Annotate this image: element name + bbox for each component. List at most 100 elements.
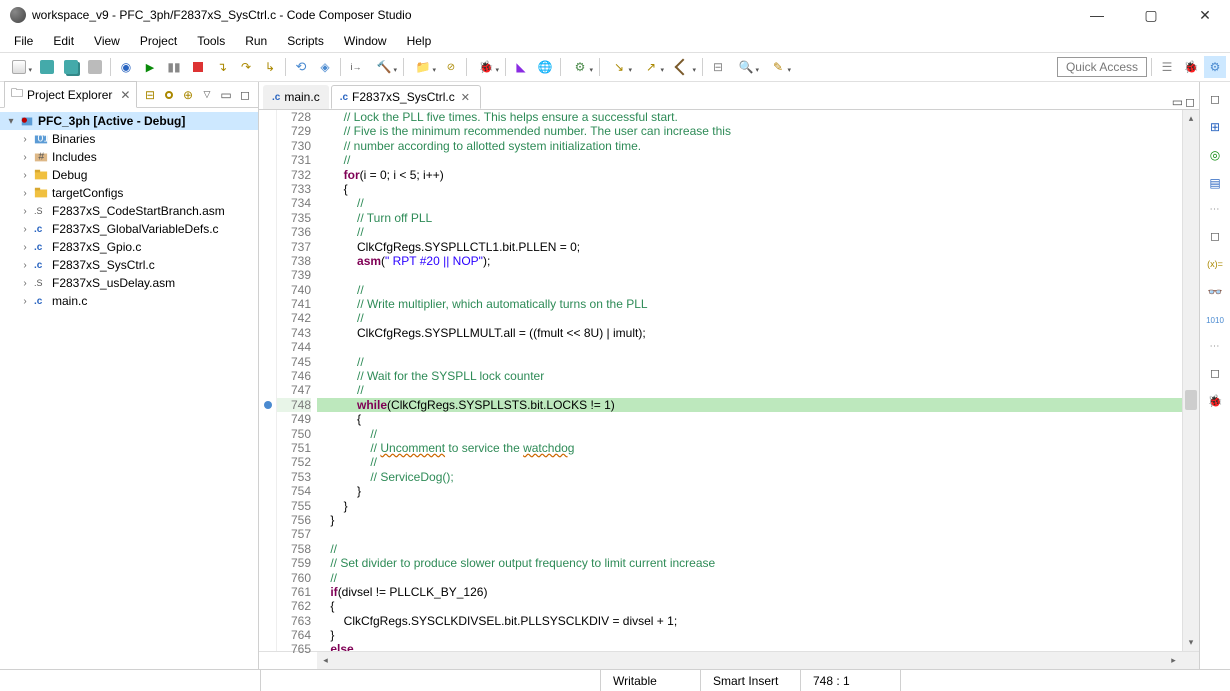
skip-all-breakpoints-button[interactable]: ⊘ — [440, 56, 462, 78]
expand-icon[interactable]: › — [20, 278, 30, 289]
new-connection-button[interactable]: 📁▾ — [408, 56, 438, 78]
save-button[interactable] — [36, 56, 58, 78]
horizontal-scrollbar[interactable]: ◂ ▸ — [259, 651, 1199, 669]
editor-tab-main-c[interactable]: .c main.c — [263, 85, 329, 109]
menu-view[interactable]: View — [86, 32, 128, 50]
expand-icon[interactable]: › — [20, 206, 30, 217]
menu-file[interactable]: File — [6, 32, 41, 50]
restore-icon-3[interactable]: ◻ — [1204, 362, 1226, 384]
saveall-button[interactable] — [60, 56, 82, 78]
suspend-button[interactable]: ▮▮ — [163, 56, 185, 78]
browse-button[interactable]: ◣ — [510, 56, 532, 78]
menu-project[interactable]: Project — [132, 32, 185, 50]
hammer-button[interactable]: ▾ — [668, 56, 698, 78]
menu-help[interactable]: Help — [399, 32, 440, 50]
minimize-button[interactable]: — — [1082, 5, 1112, 25]
tree-node[interactable]: ›Debug — [14, 166, 258, 184]
project-explorer-tab[interactable]: 🗀 Project Explorer ✕ — [4, 81, 137, 108]
link-with-editor-button[interactable] — [160, 86, 178, 104]
line-number-gutter[interactable]: 7287297307317327337347357367377387397407… — [277, 110, 317, 651]
scroll-left-icon[interactable]: ◂ — [317, 652, 334, 669]
minimize-view-button[interactable]: ▭ — [217, 86, 235, 104]
wand-button[interactable]: ✎▾ — [763, 56, 793, 78]
search-button[interactable]: 🔍▾ — [731, 56, 761, 78]
tab-close-icon[interactable]: ✕ — [116, 88, 130, 102]
reset-button[interactable]: ◈ — [314, 56, 336, 78]
expand-icon[interactable]: › — [20, 224, 30, 235]
resume-button[interactable]: ▶ — [139, 56, 161, 78]
view-menu-button[interactable]: ▽ — [198, 86, 216, 104]
debug-view-icon[interactable]: 🐞 — [1204, 390, 1226, 412]
perspective-ccs-debug-button[interactable]: 🐞 — [1180, 56, 1202, 78]
project-node[interactable]: ▾ PFC_3ph [Active - Debug] — [0, 112, 258, 130]
expand-icon[interactable]: › — [20, 260, 30, 271]
step-into-button[interactable]: ↴ — [211, 56, 233, 78]
maximize-view-button[interactable]: ◻ — [236, 86, 254, 104]
assembly-step-button[interactable]: i→ — [345, 56, 367, 78]
tree-node[interactable]: ›.cF2837xS_GlobalVariableDefs.c — [14, 220, 258, 238]
toggle-breakpoint-button[interactable]: ◉ — [115, 56, 137, 78]
step-return-button[interactable]: ↳ — [259, 56, 281, 78]
menu-run[interactable]: Run — [237, 32, 275, 50]
code-area[interactable]: // Lock the PLL five times. This helps e… — [317, 110, 1182, 651]
project-tree[interactable]: ▾ PFC_3ph [Active - Debug] ›01Binaries›#… — [0, 108, 258, 314]
scroll-down-icon[interactable]: ▾ — [1183, 634, 1199, 651]
expand-icon[interactable]: › — [20, 242, 30, 253]
maximize-button[interactable]: ▢ — [1136, 5, 1166, 25]
step-over-button[interactable]: ↷ — [235, 56, 257, 78]
variables-icon[interactable]: (x)= — [1204, 253, 1226, 275]
tree-node[interactable]: ›#Includes — [14, 148, 258, 166]
perspective-ccs-edit-button[interactable]: ☰ — [1156, 56, 1178, 78]
scroll-right-icon[interactable]: ▸ — [1165, 652, 1182, 669]
menu-scripts[interactable]: Scripts — [279, 32, 332, 50]
terminate-button[interactable] — [187, 56, 209, 78]
restore-icon-2[interactable]: ◻ — [1204, 225, 1226, 247]
new-button[interactable]: ▾ — [4, 56, 34, 78]
task-list-icon[interactable]: ▤ — [1204, 172, 1226, 194]
tree-node[interactable]: ›.cF2837xS_SysCtrl.c — [14, 256, 258, 274]
run-last-tool-button[interactable]: ⚙▾ — [565, 56, 595, 78]
expand-icon[interactable]: › — [20, 170, 30, 181]
marker-margin[interactable] — [259, 110, 277, 651]
tree-node[interactable]: ›.cF2837xS_Gpio.c — [14, 238, 258, 256]
editor-minimize-button[interactable]: ▭ — [1172, 95, 1183, 109]
expand-icon[interactable]: › — [20, 188, 30, 199]
build-button[interactable]: 🔨▾ — [369, 56, 399, 78]
restore-icon[interactable]: ◻ — [1204, 88, 1226, 110]
close-button[interactable]: ✕ — [1190, 5, 1220, 25]
pin-button[interactable]: ⊟ — [707, 56, 729, 78]
expand-icon[interactable]: › — [20, 296, 30, 307]
expand-icon[interactable]: › — [20, 134, 30, 145]
quick-access[interactable]: Quick Access — [1057, 57, 1147, 77]
restart-button[interactable]: ⟲ — [290, 56, 312, 78]
vertical-scrollbar[interactable]: ▴ ▾ — [1182, 110, 1199, 651]
tree-node[interactable]: ›01Binaries — [14, 130, 258, 148]
tree-node[interactable]: ›.SF2837xS_CodeStartBranch.asm — [14, 202, 258, 220]
menu-tools[interactable]: Tools — [189, 32, 233, 50]
debug-button[interactable]: 🐞▾ — [471, 56, 501, 78]
expressions-icon[interactable]: 👓 — [1204, 281, 1226, 303]
focus-button[interactable]: ⊕ — [179, 86, 197, 104]
collapse-all-button[interactable]: ⊟ — [141, 86, 159, 104]
editor-maximize-button[interactable]: ◻ — [1185, 95, 1195, 109]
breakpoint-icon[interactable] — [264, 401, 272, 409]
tree-node[interactable]: ›.SF2837xS_usDelay.asm — [14, 274, 258, 292]
scroll-up-icon[interactable]: ▴ — [1183, 110, 1199, 127]
make-targets-icon[interactable]: ◎ — [1204, 144, 1226, 166]
menu-edit[interactable]: Edit — [45, 32, 82, 50]
outline-icon[interactable]: ⊞ — [1204, 116, 1226, 138]
next-annotation-button[interactable]: ↘▾ — [604, 56, 634, 78]
expand-icon[interactable]: › — [20, 152, 30, 163]
perspective-resource-button[interactable]: ⚙ — [1204, 56, 1226, 78]
scrollbar-thumb[interactable] — [1185, 390, 1197, 410]
menu-window[interactable]: Window — [336, 32, 395, 50]
code-editor[interactable]: 7287297307317327337347357367377387397407… — [259, 110, 1199, 651]
registers-icon[interactable]: 1010 — [1204, 309, 1226, 331]
close-icon[interactable]: ✕ — [459, 91, 472, 104]
editor-tab-sysctrl-c[interactable]: .c F2837xS_SysCtrl.c ✕ — [331, 85, 481, 109]
globe-button[interactable]: 🌐 — [534, 56, 556, 78]
print-button[interactable] — [84, 56, 106, 78]
prev-annotation-button[interactable]: ↗▾ — [636, 56, 666, 78]
tree-node[interactable]: ›.cmain.c — [14, 292, 258, 310]
tree-node[interactable]: ›targetConfigs — [14, 184, 258, 202]
